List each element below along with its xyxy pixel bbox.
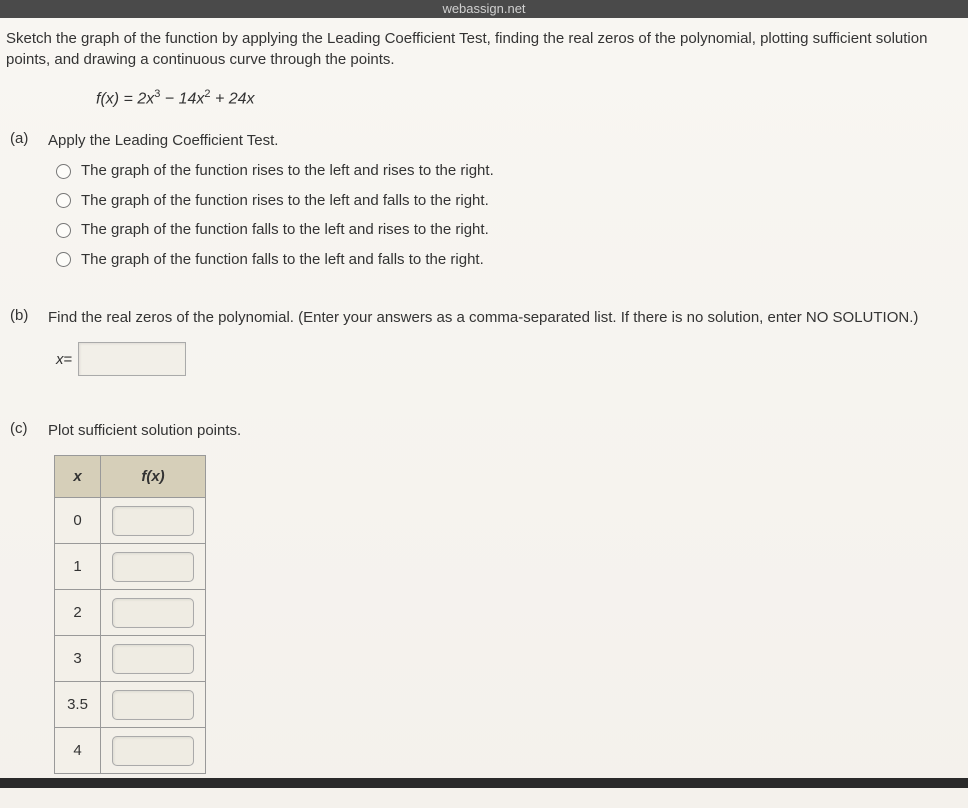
table-row: 3.5 [55, 682, 206, 728]
table-header-fx: f(x) [101, 456, 206, 498]
radio-circle-icon [56, 164, 71, 179]
function-formula: f(x) = 2x3 − 14x2 + 24x [96, 88, 962, 108]
table-row: 3 [55, 636, 206, 682]
radio-option-0[interactable]: The graph of the function rises to the l… [56, 161, 962, 181]
fx-input-3[interactable] [112, 644, 194, 674]
radio-label-0: The graph of the function rises to the l… [81, 161, 494, 181]
equals-sign: = [64, 351, 73, 368]
table-row: 1 [55, 544, 206, 590]
part-a-label: (a) [6, 130, 48, 279]
radio-option-2[interactable]: The graph of the function falls to the l… [56, 220, 962, 240]
radio-option-1[interactable]: The graph of the function rises to the l… [56, 191, 962, 211]
part-a: (a) Apply the Leading Coefficient Test. … [6, 130, 962, 279]
var-x: x [56, 351, 64, 368]
fx-input-5[interactable] [112, 736, 194, 766]
x-cell-4: 3.5 [55, 682, 101, 728]
radio-circle-icon [56, 223, 71, 238]
page-url: webassign.net [442, 1, 525, 16]
solution-table-wrapper: x f(x) 0 1 2 [54, 455, 962, 774]
radio-option-3[interactable]: The graph of the function falls to the l… [56, 250, 962, 270]
part-a-question: Apply the Leading Coefficient Test. [48, 130, 962, 151]
radio-label-2: The graph of the function falls to the l… [81, 220, 489, 240]
part-b: (b) Find the real zeros of the polynomia… [6, 307, 962, 376]
zeros-input[interactable] [78, 342, 186, 376]
part-c: (c) Plot sufficient solution points. x f… [6, 420, 962, 774]
part-c-label: (c) [6, 420, 48, 774]
formula-mid2: + 24x [211, 90, 255, 107]
part-b-question: Find the real zeros of the polynomial. (… [48, 307, 962, 328]
x-cell-0: 0 [55, 498, 101, 544]
answer-line-b: x = [56, 342, 962, 376]
table-row: 2 [55, 590, 206, 636]
radio-label-1: The graph of the function rises to the l… [81, 191, 489, 211]
fx-input-2[interactable] [112, 598, 194, 628]
table-row: 4 [55, 728, 206, 774]
x-cell-2: 2 [55, 590, 101, 636]
part-b-label: (b) [6, 307, 48, 376]
formula-prefix: f(x) = 2x [96, 90, 154, 107]
radio-group-a: The graph of the function rises to the l… [56, 161, 962, 269]
fx-input-0[interactable] [112, 506, 194, 536]
radio-label-3: The graph of the function falls to the l… [81, 250, 484, 270]
radio-circle-icon [56, 193, 71, 208]
solution-table: x f(x) 0 1 2 [54, 455, 206, 774]
x-cell-3: 3 [55, 636, 101, 682]
url-bar: webassign.net [0, 0, 968, 18]
intro-text: Sketch the graph of the function by appl… [6, 28, 962, 70]
x-cell-1: 1 [55, 544, 101, 590]
fx-input-4[interactable] [112, 690, 194, 720]
fx-input-1[interactable] [112, 552, 194, 582]
x-cell-5: 4 [55, 728, 101, 774]
table-header-x: x [55, 456, 101, 498]
formula-mid1: − 14x [160, 90, 204, 107]
radio-circle-icon [56, 252, 71, 267]
bottom-bar [0, 778, 968, 788]
part-c-question: Plot sufficient solution points. [48, 420, 962, 441]
question-content: Sketch the graph of the function by appl… [0, 18, 968, 808]
table-row: 0 [55, 498, 206, 544]
